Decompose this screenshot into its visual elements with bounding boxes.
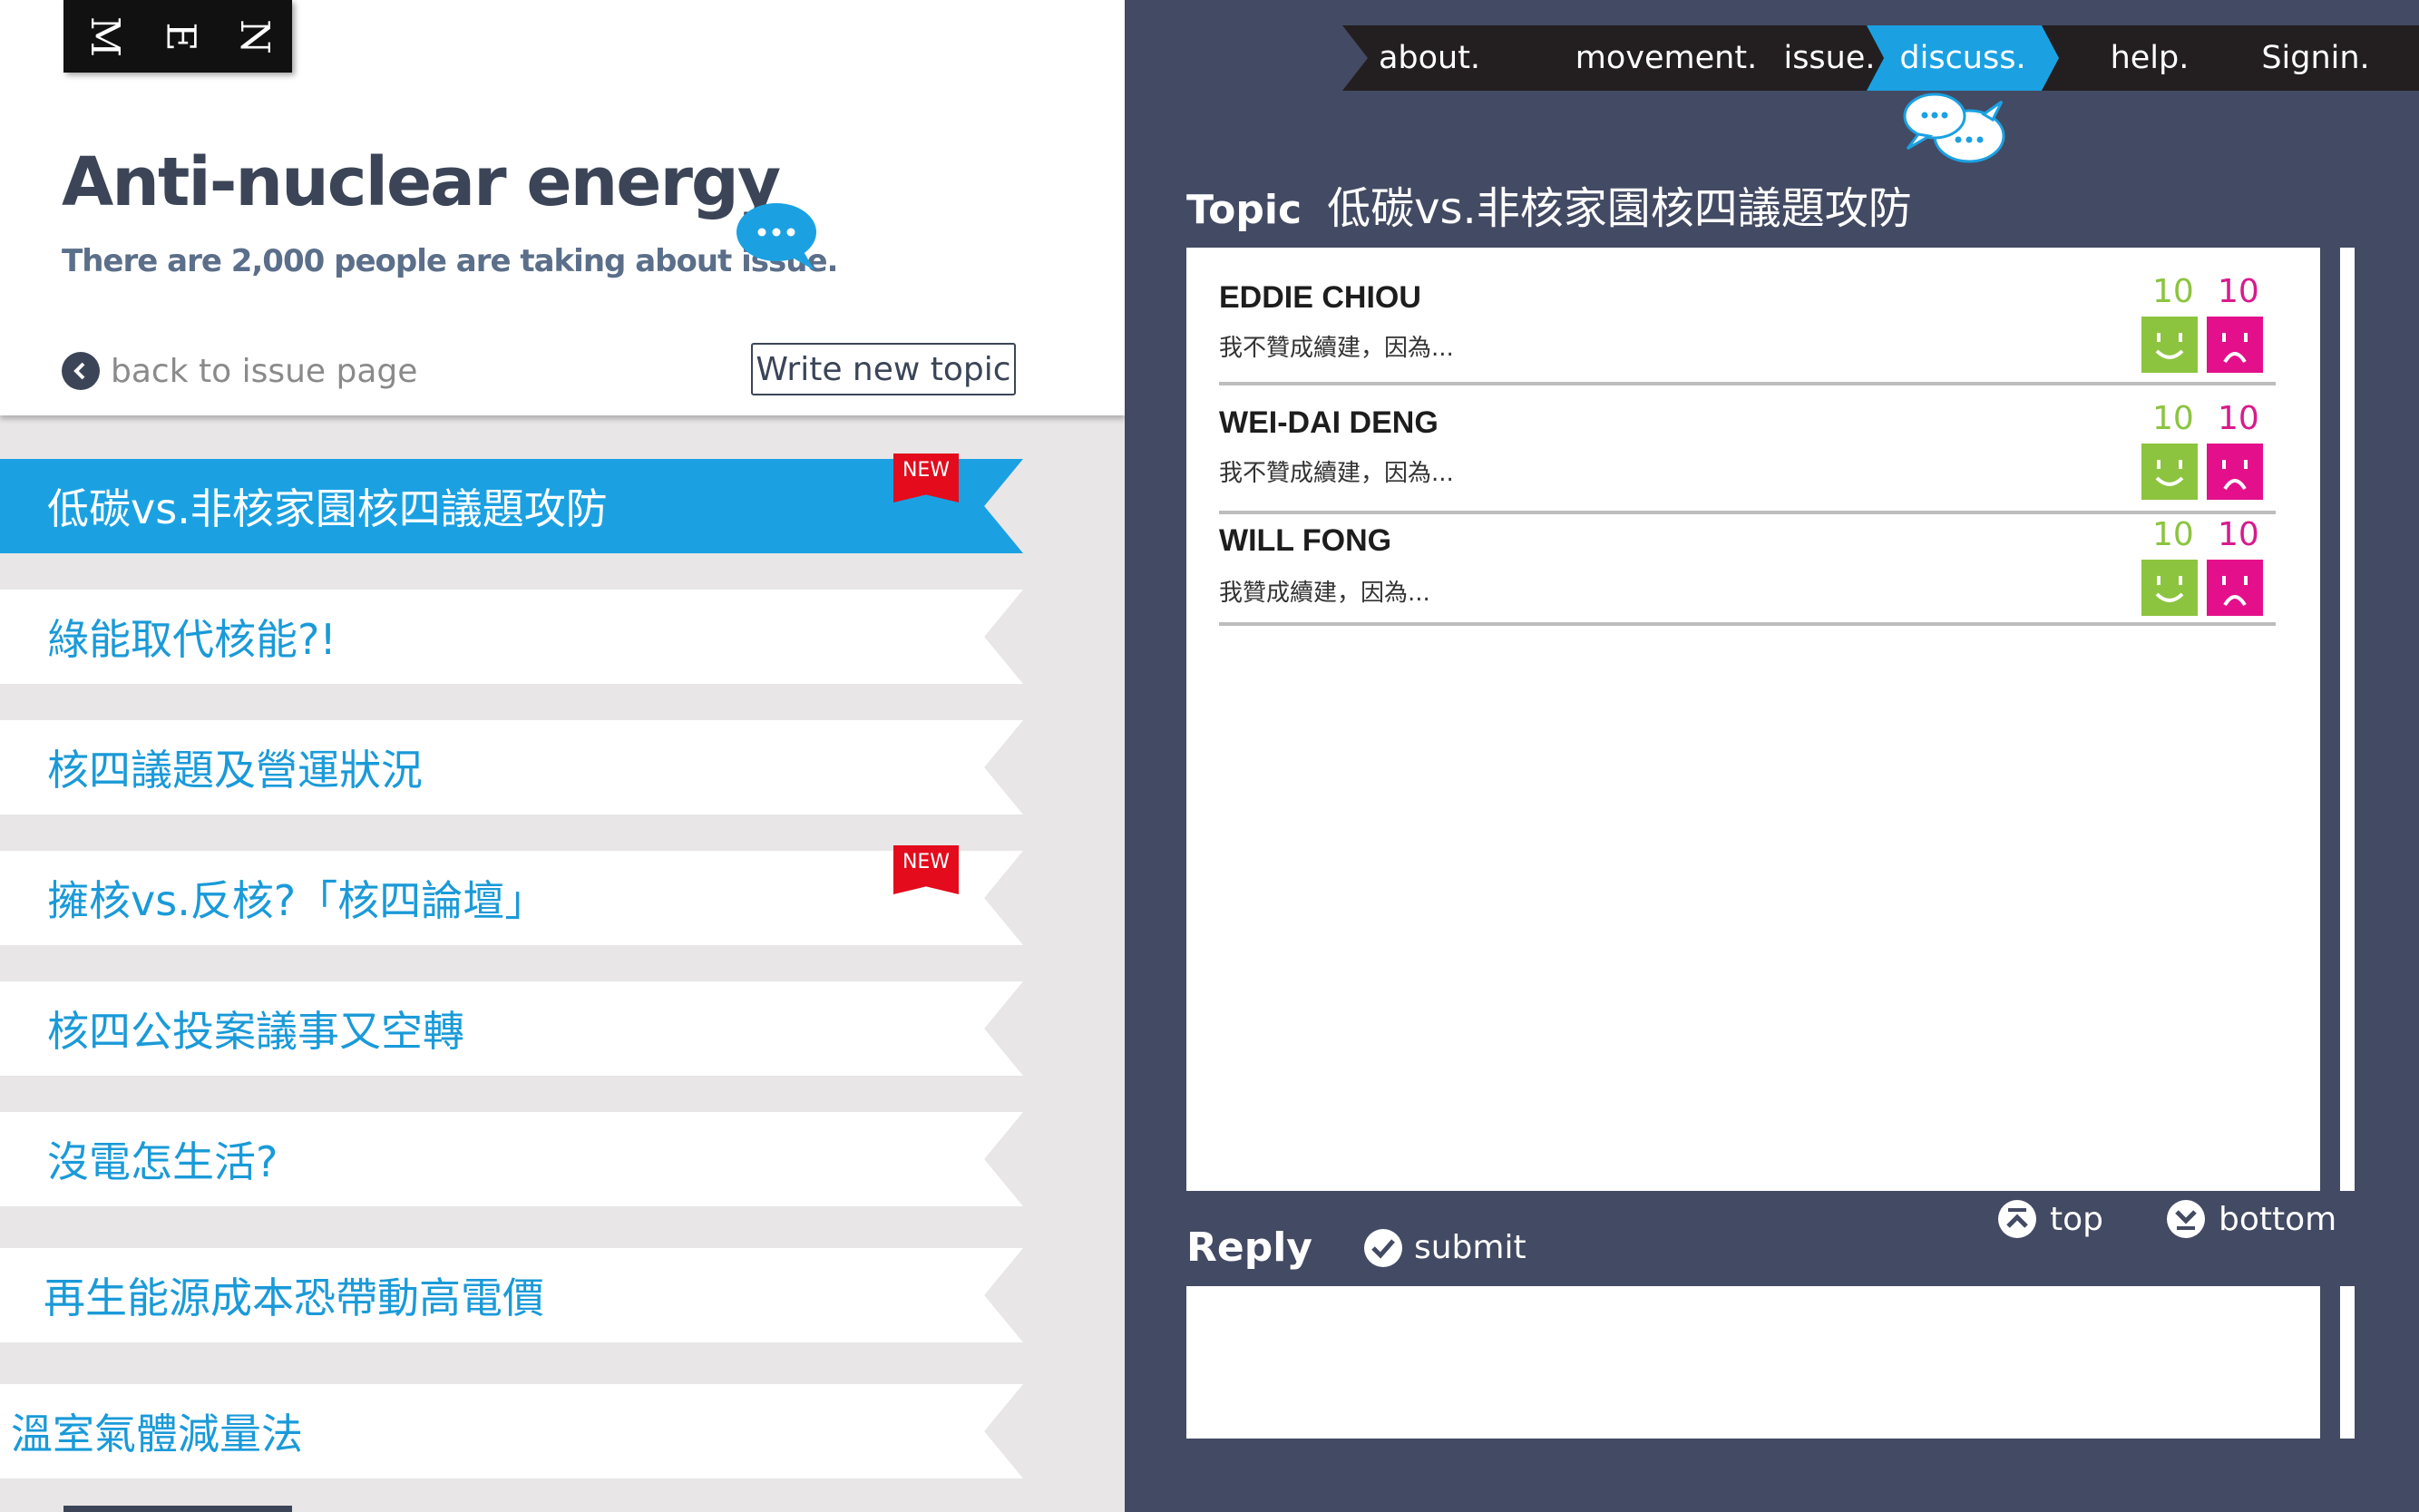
reply-heading: Reply submit xyxy=(1186,1224,1527,1271)
page-subtitle: There are 2,000 people are taking about … xyxy=(62,243,838,279)
nav-about[interactable]: about. xyxy=(1362,25,1497,91)
issue-header: M E N Anti-nuclear energy There are 2,00… xyxy=(0,0,1125,415)
topic-item[interactable]: 綠能取代核能?! xyxy=(0,590,1023,684)
scrollbar[interactable] xyxy=(63,1506,292,1512)
nav-signin[interactable]: Signin. xyxy=(2239,25,2393,91)
chat-bubble-icon xyxy=(736,203,816,270)
topic-item-label: 擁核vs.反核?「核四論壇」 xyxy=(47,876,547,925)
scroll-top-button[interactable]: top xyxy=(1997,1199,2103,1239)
menu-letter: M xyxy=(81,15,128,57)
topic-item-label: 核四議題及營運狀況 xyxy=(47,746,423,795)
arrow-down-circle-icon xyxy=(2167,1200,2205,1238)
topic-item-label: 溫室氣體減量法 xyxy=(11,1410,303,1458)
nav-discuss[interactable]: discuss. xyxy=(1867,25,2059,91)
frown-face-icon[interactable] xyxy=(2207,317,2263,373)
smile-face-icon[interactable] xyxy=(2141,560,2198,616)
post-author: WEI-DAI DENG xyxy=(1219,405,1439,440)
dislike-count: 10 xyxy=(2218,516,2259,553)
topic-item[interactable]: 沒電怎生活? xyxy=(0,1112,1023,1206)
back-link-label: back to issue page xyxy=(111,352,418,390)
topic-item-label: 沒電怎生活? xyxy=(47,1137,278,1186)
dislike-count: 10 xyxy=(2218,273,2259,310)
back-link[interactable]: back to issue page xyxy=(62,352,417,390)
menu-letter: N xyxy=(230,18,278,54)
menu-button[interactable]: M E N xyxy=(63,0,292,73)
scroll-bottom-button[interactable]: bottom xyxy=(2166,1199,2336,1239)
reply-scrollbar[interactable] xyxy=(2340,1286,2355,1439)
topic-title: 低碳vs.非核家園核四議題攻防 xyxy=(1327,183,1912,234)
like-count: 10 xyxy=(2152,273,2194,310)
menu-letter: E xyxy=(157,21,204,52)
submit-label: submit xyxy=(1413,1229,1527,1266)
topic-item-label: 綠能取代核能?! xyxy=(47,615,337,664)
topic-item[interactable]: 核四議題及營運狀況 xyxy=(0,720,1023,815)
topic-item-label: 核四公投案議事又空轉 xyxy=(47,1007,464,1056)
discussion-panel: about. movement. issue. discuss. help. S… xyxy=(1125,0,2419,1512)
topic-item[interactable]: 低碳vs.非核家園核四議題攻防 xyxy=(0,459,1023,553)
page-title: Anti-nuclear energy xyxy=(62,143,781,221)
scroll-bottom-label: bottom xyxy=(2219,1200,2337,1238)
post-item: EDDIE CHIOU 我不贊成續建，因為... 10 10 xyxy=(1219,248,2276,385)
chat-bubble-icon xyxy=(1903,93,2005,163)
topic-list-panel: 低碳vs.非核家園核四議題攻防 NEW 綠能取代核能?! 核四議題及營運狀況 擁… xyxy=(0,0,1125,1512)
topic-item[interactable]: 核四公投案議事又空轉 xyxy=(0,981,1023,1076)
topic-label: Topic xyxy=(1186,187,1302,233)
post-item: WEI-DAI DENG 我不贊成續建，因為... 10 10 xyxy=(1219,385,2276,514)
topic-item[interactable]: 擁核vs.反核?「核四論壇」 xyxy=(0,851,1023,945)
arrow-up-circle-icon xyxy=(1998,1200,2036,1238)
smile-face-icon[interactable] xyxy=(2141,317,2198,373)
nav-movement[interactable]: movement. xyxy=(1542,25,1790,91)
topic-item-label: 低碳vs.非核家園核四議題攻防 xyxy=(47,484,608,533)
nav-help[interactable]: help. xyxy=(2068,25,2231,91)
post-item: WILL FONG 我贊成續建，因為... 10 10 xyxy=(1219,514,2276,626)
post-author: WILL FONG xyxy=(1219,523,1392,558)
write-new-topic-button[interactable]: Write new topic xyxy=(751,343,1016,395)
like-count: 10 xyxy=(2152,400,2194,437)
check-circle-icon xyxy=(1363,1228,1402,1267)
dislike-count: 10 xyxy=(2218,400,2259,437)
post-list-scrollbar[interactable] xyxy=(2340,248,2355,1191)
chevron-left-circle-icon xyxy=(62,352,100,390)
frown-face-icon[interactable] xyxy=(2207,444,2263,500)
topic-item[interactable]: 溫室氣體減量法 xyxy=(0,1384,1023,1478)
submit-button[interactable]: submit xyxy=(1363,1228,1527,1268)
topic-heading: Topic 低碳vs.非核家園核四議題攻防 xyxy=(1186,172,1912,236)
smile-face-icon[interactable] xyxy=(2141,444,2198,500)
topic-item[interactable]: 再生能源成本恐帶動高電價 xyxy=(0,1248,1023,1342)
post-author: EDDIE CHIOU xyxy=(1219,280,1421,315)
post-excerpt: 我不贊成續建，因為... xyxy=(1219,335,1454,362)
scroll-top-label: top xyxy=(2050,1200,2103,1238)
frown-face-icon[interactable] xyxy=(2207,560,2263,616)
post-list: EDDIE CHIOU 我不贊成續建，因為... 10 10 WEI-DAI D… xyxy=(1186,248,2320,1191)
reply-label: Reply xyxy=(1186,1224,1312,1271)
reply-input[interactable] xyxy=(1186,1286,2320,1439)
like-count: 10 xyxy=(2152,516,2194,553)
post-excerpt: 我不贊成續建，因為... xyxy=(1219,460,1454,487)
post-excerpt: 我贊成續建，因為... xyxy=(1219,580,1430,607)
topic-item-label: 再生能源成本恐帶動高電價 xyxy=(44,1273,544,1322)
